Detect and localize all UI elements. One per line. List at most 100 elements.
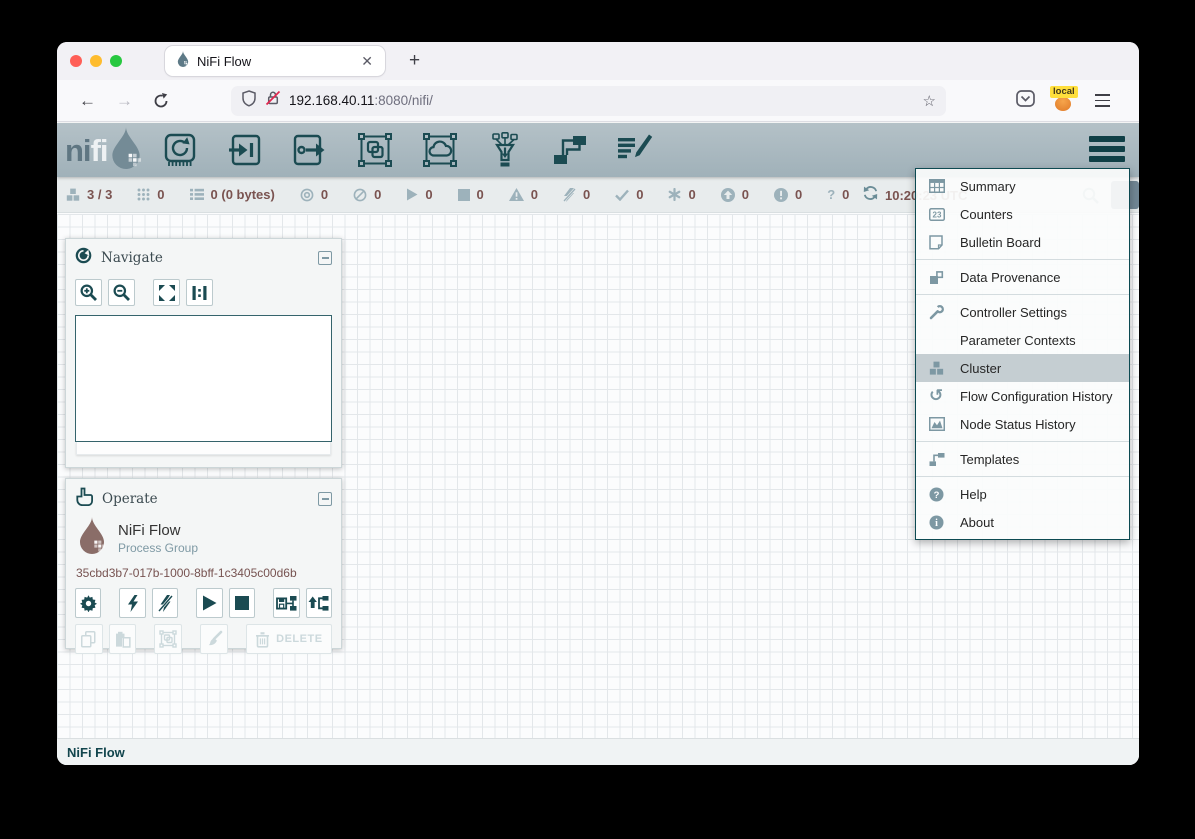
status-queued: 0 (0 bytes) — [190, 187, 275, 202]
forward-icon[interactable]: → — [106, 92, 143, 109]
copy-button[interactable] — [75, 624, 103, 654]
logo-text-ni: ni — [65, 135, 91, 166]
funnel-icon[interactable] — [485, 130, 525, 170]
disable-button[interactable] — [152, 588, 178, 618]
refresh-icon[interactable] — [863, 186, 878, 205]
group-button[interactable] — [154, 624, 182, 654]
tab-close-icon[interactable]: ✕ — [357, 53, 377, 70]
close-window-button[interactable] — [70, 55, 82, 67]
component-toolbar — [160, 130, 655, 170]
process-group-icon[interactable] — [355, 130, 395, 170]
bookmark-star-icon[interactable]: ☆ — [923, 92, 936, 110]
status-disabled: 0 — [563, 187, 590, 202]
compass-icon — [75, 247, 92, 269]
extension-badge: local — [1050, 86, 1078, 98]
process-group-drop-icon — [78, 517, 106, 559]
browser-window: NiFi Flow ✕ + ← → 192.168.40.11:8080/nif… — [57, 42, 1139, 765]
status-not-transmitting: 0 — [353, 187, 381, 202]
menu-item-flow-configuration-history[interactable]: ↺Flow Configuration History — [916, 382, 1129, 410]
processor-icon[interactable] — [160, 130, 200, 170]
menu-item-controller-settings[interactable]: Controller Settings — [916, 298, 1129, 326]
global-menu-icon[interactable] — [1089, 136, 1125, 162]
nifi-favicon-icon — [177, 51, 189, 72]
delete-button-label: DELETE — [276, 633, 322, 645]
shield-icon[interactable] — [241, 90, 257, 112]
start-button[interactable] — [196, 588, 222, 618]
minimize-window-button[interactable] — [90, 55, 102, 67]
back-icon[interactable]: ← — [69, 92, 106, 109]
selected-flow-type: Process Group — [118, 541, 198, 555]
help-icon: ? — [929, 487, 951, 502]
url-host: 192.168.40.11 — [289, 93, 374, 108]
paste-button[interactable] — [109, 624, 137, 654]
question-icon: ? — [827, 188, 835, 201]
upload-template-button[interactable] — [306, 588, 332, 618]
status-clustered-nodes: 3 / 3 — [66, 187, 112, 202]
breadcrumb-root[interactable]: NiFi Flow — [67, 745, 125, 760]
window-controls[interactable] — [70, 55, 122, 67]
menu-item-summary[interactable]: Summary — [916, 172, 1129, 200]
url-text[interactable]: 192.168.40.11:8080/nifi/ — [289, 93, 915, 108]
birdseye-minimap[interactable] — [75, 315, 332, 442]
svg-text:?: ? — [934, 490, 940, 501]
remote-process-group-icon[interactable] — [420, 130, 460, 170]
menu-item-parameter-contexts[interactable]: Parameter Contexts — [916, 326, 1129, 354]
menu-item-counters[interactable]: 23Counters — [916, 200, 1129, 228]
menu-item-help[interactable]: ?Help — [916, 480, 1129, 508]
pocket-icon[interactable] — [1016, 90, 1035, 112]
maximize-window-button[interactable] — [110, 55, 122, 67]
stop-icon — [458, 189, 470, 201]
stop-button[interactable] — [229, 588, 255, 618]
label-icon[interactable] — [615, 130, 655, 170]
extension-avatar — [1055, 97, 1071, 111]
status-active-threads: 0 — [137, 187, 164, 202]
configure-button[interactable] — [75, 588, 101, 618]
collapse-operate-icon[interactable] — [318, 492, 332, 506]
new-tab-button[interactable]: + — [401, 48, 428, 74]
cubes-icon — [66, 188, 80, 202]
collapse-navigate-icon[interactable] — [318, 251, 332, 265]
zoom-fit-button[interactable] — [153, 279, 180, 306]
nifi-app: nifi 3 / 300 (0 bytes)0000000000?0 10:20… — [57, 123, 1139, 765]
operate-panel: Operate NiFi Flow Process Group 35cbd3b7… — [65, 478, 342, 649]
menu-divider — [916, 259, 1129, 260]
output-port-icon[interactable] — [290, 130, 330, 170]
url-bar[interactable]: 192.168.40.11:8080/nifi/ ☆ — [231, 86, 946, 116]
menu-item-templates[interactable]: Templates — [916, 445, 1129, 473]
menu-item-cluster[interactable]: Cluster — [916, 354, 1129, 382]
extension-icon[interactable]: local — [1053, 90, 1075, 112]
menu-item-data-provenance[interactable]: Data Provenance — [916, 263, 1129, 291]
nifi-logo: nifi — [65, 127, 142, 174]
menu-item-about[interactable]: iAbout — [916, 508, 1129, 536]
status-stopped: 0 — [458, 187, 484, 202]
enable-button[interactable] — [119, 588, 145, 618]
birdseye-strip — [76, 442, 331, 455]
zoom-out-button[interactable] — [108, 279, 135, 306]
browser-toolbar: ← → 192.168.40.11:8080/nifi/ ☆ local — [57, 80, 1139, 122]
note-icon — [929, 235, 951, 250]
check-icon — [615, 189, 629, 201]
browser-tab[interactable]: NiFi Flow ✕ — [165, 46, 385, 76]
url-path: :8080/nifi/ — [374, 93, 433, 108]
reload-icon[interactable] — [143, 93, 179, 109]
browser-menu-icon[interactable] — [1093, 90, 1112, 110]
status-locally-modified-stale: 0 — [774, 187, 802, 202]
selected-flow-id: 35cbd3b7-017b-1000-8bff-1c3405c00d6b — [66, 563, 341, 586]
insecure-lock-icon[interactable] — [265, 90, 281, 111]
zoom-in-button[interactable] — [75, 279, 102, 306]
status-invalid: 0 — [509, 187, 538, 202]
create-template-button[interactable] — [273, 588, 299, 618]
input-port-icon[interactable] — [225, 130, 265, 170]
menu-item-node-status-history[interactable]: Node Status History — [916, 410, 1129, 438]
zoom-actual-button[interactable] — [186, 279, 213, 306]
template-mini-icon — [929, 452, 951, 467]
delete-button[interactable]: DELETE — [246, 624, 332, 654]
fill-color-button[interactable] — [200, 624, 228, 654]
status-running: 0 — [406, 187, 432, 202]
menu-divider — [916, 441, 1129, 442]
menu-item-bulletin-board[interactable]: Bulletin Board — [916, 228, 1129, 256]
template-icon[interactable] — [550, 130, 590, 170]
wrench-icon — [929, 305, 951, 320]
circle-bang-icon — [774, 188, 788, 202]
list-icon — [190, 188, 204, 201]
